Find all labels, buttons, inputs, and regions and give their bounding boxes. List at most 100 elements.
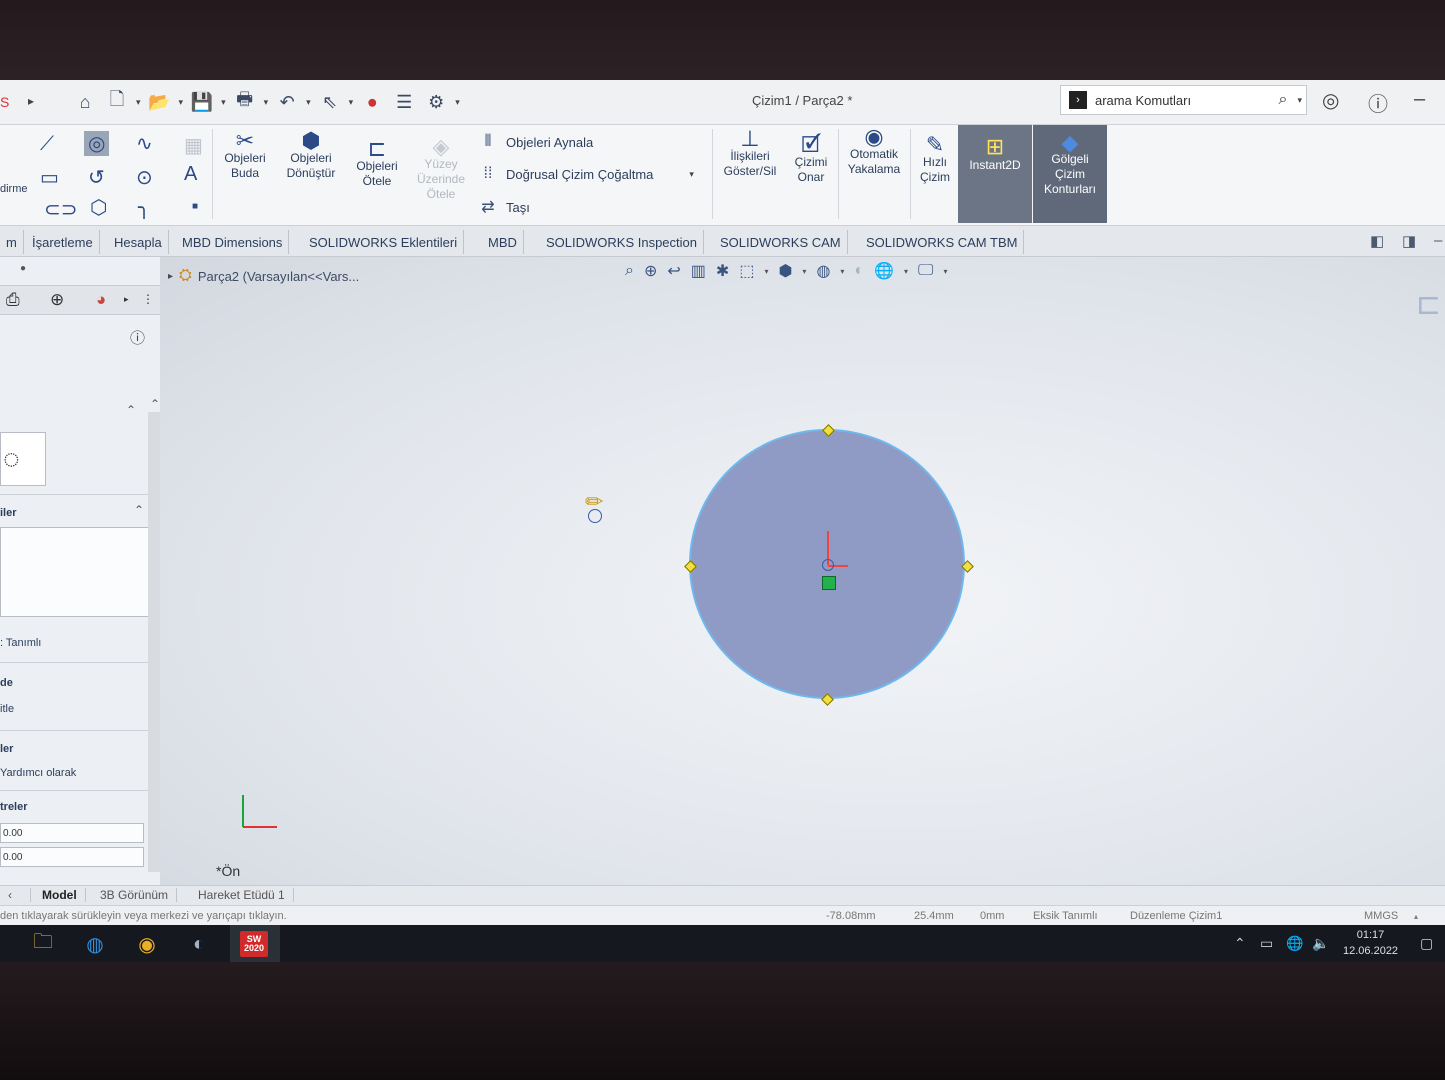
display-style-icon[interactable]: ⬢: [778, 261, 792, 281]
solidworks-taskbar-icon[interactable]: SW 2020: [240, 931, 268, 957]
center-x-input[interactable]: 0.00: [0, 823, 144, 843]
scroll-up-icon[interactable]: ⌃: [150, 397, 160, 411]
fillet-tool-icon[interactable]: ╮: [138, 195, 150, 220]
center-y-input[interactable]: 0.00: [0, 847, 144, 867]
tab-3d-view[interactable]: 3B Görünüm: [92, 888, 178, 902]
previous-view-icon[interactable]: ↩: [667, 261, 680, 281]
menu-expand-icon[interactable]: ▸: [28, 94, 34, 108]
chevron-down-icon[interactable]: ▾: [264, 97, 269, 108]
options-gear-icon[interactable]: ⚙: [423, 89, 449, 115]
property-manager-icon[interactable]: ⊕: [50, 290, 64, 310]
circle-center-point[interactable]: [822, 559, 834, 571]
steam-icon[interactable]: ◐: [184, 929, 214, 959]
search-input[interactable]: arama Komutları: [1095, 93, 1279, 108]
appearance-icon[interactable]: ◕: [96, 290, 106, 310]
text-tool-icon[interactable]: A: [184, 163, 197, 186]
system-clock[interactable]: 01:17 12.06.2022: [1343, 927, 1398, 959]
chevron-down-icon[interactable]: ▾: [221, 97, 226, 108]
chevron-down-icon[interactable]: ▾: [1297, 95, 1302, 106]
apply-scene-icon[interactable]: 🌐: [874, 261, 894, 281]
chevron-up-icon[interactable]: ▴: [1414, 912, 1418, 921]
trim-entities-button[interactable]: ✂ Objeleri Buda: [216, 130, 274, 181]
battery-icon[interactable]: ▭: [1260, 935, 1273, 952]
feature-manager-icon[interactable]: ⎙: [6, 290, 20, 310]
chevron-down-icon[interactable]: ▾: [802, 267, 806, 276]
chevron-down-icon[interactable]: ▾: [943, 267, 947, 276]
notification-center-icon[interactable]: ▢: [1420, 935, 1433, 952]
new-document-icon[interactable]: 🗋: [104, 89, 130, 115]
save-icon[interactable]: 💾: [189, 89, 215, 115]
hide-show-items-icon[interactable]: ◍: [816, 261, 830, 281]
tab-solidworks-inspection[interactable]: SOLIDWORKS Inspection: [540, 230, 704, 254]
tab-markup[interactable]: İşaretleme: [26, 230, 100, 254]
chrome-browser-icon[interactable]: ◉: [132, 929, 162, 959]
circle-tool-icon[interactable]: ◎: [84, 131, 110, 156]
chevron-down-icon[interactable]: ▾: [179, 97, 184, 108]
print-icon[interactable]: 🖶: [232, 89, 258, 115]
shaded-sketch-contours-button[interactable]: ◆ Gölgeli Çizim Konturları: [1033, 125, 1107, 223]
section-view-icon[interactable]: ▥: [691, 261, 706, 281]
panel-scrollbar[interactable]: [148, 412, 160, 872]
line-tool-icon[interactable]: ⟋: [40, 133, 54, 156]
linear-pattern-button[interactable]: ⁞⁞ Doğrusal Çizim Çoğaltma ▾: [478, 165, 694, 183]
arc-tool-icon[interactable]: ↺: [88, 165, 105, 190]
slot-tool-icon[interactable]: ⊂⊃: [44, 197, 78, 222]
tab-motion-study[interactable]: Hareket Etüdü 1: [190, 888, 294, 902]
coincident-relation-icon[interactable]: [822, 576, 836, 590]
chevron-down-icon[interactable]: ▾: [689, 169, 694, 180]
view-orientation-icon[interactable]: ⬚: [739, 261, 754, 281]
tile-left-icon[interactable]: ◧: [1370, 232, 1384, 250]
display-delete-relations-button[interactable]: ⊥ İlişkileri Göster/Sil: [716, 128, 784, 179]
search-icon[interactable]: ⌕: [1279, 91, 1288, 109]
panel-more-icon[interactable]: ⋮: [142, 292, 154, 306]
spline-tool-icon[interactable]: ∿: [136, 131, 153, 156]
traffic-light-icon[interactable]: ⦁: [359, 89, 385, 115]
open-folder-icon[interactable]: 📂: [147, 89, 173, 115]
point-tool-icon[interactable]: ■: [192, 201, 198, 212]
for-construction-checkbox[interactable]: Yardımcı olarak: [0, 767, 76, 779]
tab-solidworks-addins[interactable]: SOLIDWORKS Eklentileri: [303, 230, 465, 254]
file-properties-icon[interactable]: ☰: [391, 89, 417, 115]
tab-scroll-icon[interactable]: ‹: [0, 888, 31, 902]
chevron-down-icon[interactable]: ▾: [136, 97, 141, 108]
chevron-down-icon[interactable]: ▾: [764, 267, 768, 276]
expand-arrow-icon[interactable]: ▸: [168, 271, 173, 282]
mirror-entities-button[interactable]: ⫴ Objeleri Aynala: [478, 133, 594, 151]
chevron-up-icon[interactable]: ⌃: [134, 503, 144, 517]
rapid-sketch-button[interactable]: ✎ Hızlı Çizim: [912, 134, 958, 185]
edit-appearance-icon[interactable]: ◐: [854, 262, 864, 280]
undo-icon[interactable]: ↶: [274, 89, 300, 115]
tab-evaluate[interactable]: Hesapla: [108, 230, 169, 254]
tab-sketch[interactable]: m: [0, 230, 24, 254]
chevron-down-icon[interactable]: ▾: [904, 267, 908, 276]
fix-relation-item[interactable]: itle: [0, 703, 14, 715]
select-arrow-icon[interactable]: ⇖: [317, 89, 343, 115]
user-account-icon[interactable]: ◎: [1322, 88, 1339, 113]
rectangle-tool-icon[interactable]: ▭: [40, 165, 59, 190]
polygon-tool-icon[interactable]: ⊙: [136, 165, 153, 190]
zoom-to-fit-icon[interactable]: ⌕: [625, 262, 634, 280]
status-units[interactable]: MMGS: [1364, 910, 1398, 922]
tab-model[interactable]: Model: [34, 888, 86, 902]
chevron-down-icon[interactable]: ▸: [124, 294, 129, 305]
tab-solidworks-cam-tbm[interactable]: SOLIDWORKS CAM TBM: [860, 230, 1025, 254]
file-explorer-icon[interactable]: 🗀: [28, 929, 58, 959]
help-icon[interactable]: ⓘ: [1368, 88, 1388, 117]
dynamic-annotation-icon[interactable]: ✱: [716, 261, 729, 281]
convert-entities-button[interactable]: ⬢ Objeleri Dönüştür: [278, 130, 344, 181]
repair-sketch-button[interactable]: 🗹 Çizimi Onar: [788, 134, 834, 185]
command-search-box[interactable]: › arama Komutları ⌕ ▾: [1060, 85, 1307, 115]
chevron-down-icon[interactable]: ▾: [455, 97, 460, 108]
offset-entities-button[interactable]: ⊏ Objeleri Ötele: [348, 138, 406, 189]
confirmation-corner-icon[interactable]: ⊏: [1416, 287, 1441, 322]
view-settings-icon[interactable]: 🖵: [918, 262, 933, 280]
chevron-down-icon[interactable]: ▾: [349, 97, 354, 108]
feature-tree-flyout[interactable]: ▸ ⛭ Parça2 (Varsayılan<<Vars...: [168, 267, 359, 285]
minimize-icon[interactable]: –: [1414, 88, 1425, 111]
edge-browser-icon[interactable]: ◍: [80, 929, 110, 959]
chevron-down-icon[interactable]: ▾: [840, 267, 844, 276]
tab-mbd-dimensions[interactable]: MBD Dimensions: [176, 230, 290, 254]
tab-mbd[interactable]: MBD: [482, 230, 524, 254]
quick-snaps-button[interactable]: ◉ Otomatik Yakalama: [840, 126, 908, 177]
home-icon[interactable]: ⌂: [72, 89, 98, 115]
